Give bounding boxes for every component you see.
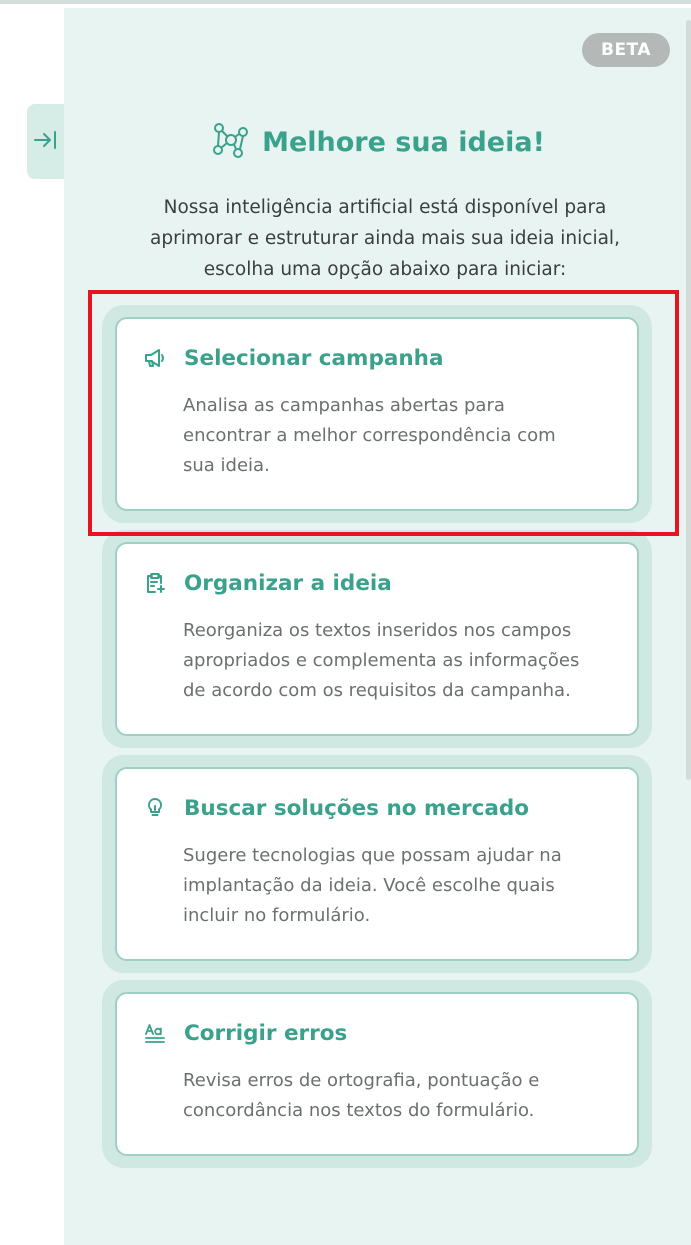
option-wrapper-fix-errors: Corrigir erros Revisa erros de ortografi… — [102, 980, 652, 1168]
option-description-line: sua ideia. — [183, 455, 270, 476]
panel-title: Melhore sua ideia! — [262, 126, 545, 158]
option-description-line: encontrar a melhor correspondência com — [183, 425, 556, 446]
megaphone-icon — [142, 345, 168, 371]
option-wrapper-organize-idea: Organizar a ideia Reorganiza os textos i… — [102, 530, 652, 748]
option-card-organize-idea[interactable]: Organizar a ideia Reorganiza os textos i… — [115, 542, 639, 736]
option-wrapper-market-solutions: Buscar soluções no mercado Sugere tecnol… — [102, 755, 652, 973]
option-description-line: incluir no formulário. — [183, 905, 371, 926]
intro-text: Nossa inteligência artificial está dispo… — [100, 192, 670, 285]
beta-badge: BETA — [582, 33, 670, 67]
collapse-right-icon — [33, 129, 59, 155]
collapse-panel-button[interactable] — [27, 104, 64, 179]
option-description-line: implantação da ideia. Você escolhe quais — [183, 875, 555, 896]
option-description: Sugere tecnologias que possam ajudar na … — [183, 841, 623, 931]
window-top-border — [0, 0, 691, 4]
option-description-line: apropriados e complementa as informações — [183, 650, 580, 671]
option-card-select-campaign[interactable]: Selecionar campanha Analisa as campanhas… — [115, 317, 639, 511]
panel-header: Melhore sua ideia! — [64, 118, 691, 166]
spellcheck-icon — [142, 1020, 168, 1046]
option-title: Selecionar campanha — [184, 345, 444, 371]
option-description-line: de acordo com os requisitos da campanha. — [183, 680, 571, 701]
option-description-line: concordância nos textos do formulário. — [183, 1100, 535, 1121]
option-description-line: Reorganiza os textos inseridos nos campo… — [183, 620, 572, 641]
clipboard-sparkle-icon — [142, 570, 168, 596]
intro-line: Nossa inteligência artificial está dispo… — [163, 197, 607, 218]
lightbulb-icon — [142, 795, 168, 821]
option-description: Analisa as campanhas abertas para encont… — [183, 391, 623, 481]
option-title: Corrigir erros — [184, 1020, 348, 1046]
option-card-fix-errors[interactable]: Corrigir erros Revisa erros de ortografi… — [115, 992, 639, 1156]
option-card-market-solutions[interactable]: Buscar soluções no mercado Sugere tecnol… — [115, 767, 639, 961]
option-wrapper-select-campaign: Selecionar campanha Analisa as campanhas… — [102, 305, 652, 523]
option-description-line: Analisa as campanhas abertas para — [183, 395, 505, 416]
option-title: Buscar soluções no mercado — [184, 795, 530, 821]
option-description-line: Revisa erros de ortografia, pontuação e — [183, 1070, 540, 1091]
option-description: Revisa erros de ortografia, pontuação e … — [183, 1066, 623, 1126]
option-description-line: Sugere tecnologias que possam ajudar na — [183, 845, 562, 866]
intro-line: aprimorar e estruturar ainda mais sua id… — [150, 228, 620, 249]
ai-network-icon — [210, 120, 252, 164]
option-title: Organizar a ideia — [184, 570, 392, 596]
intro-line: escolha uma opção abaixo para iniciar: — [203, 259, 567, 280]
option-description: Reorganiza os textos inseridos nos campo… — [183, 616, 623, 706]
